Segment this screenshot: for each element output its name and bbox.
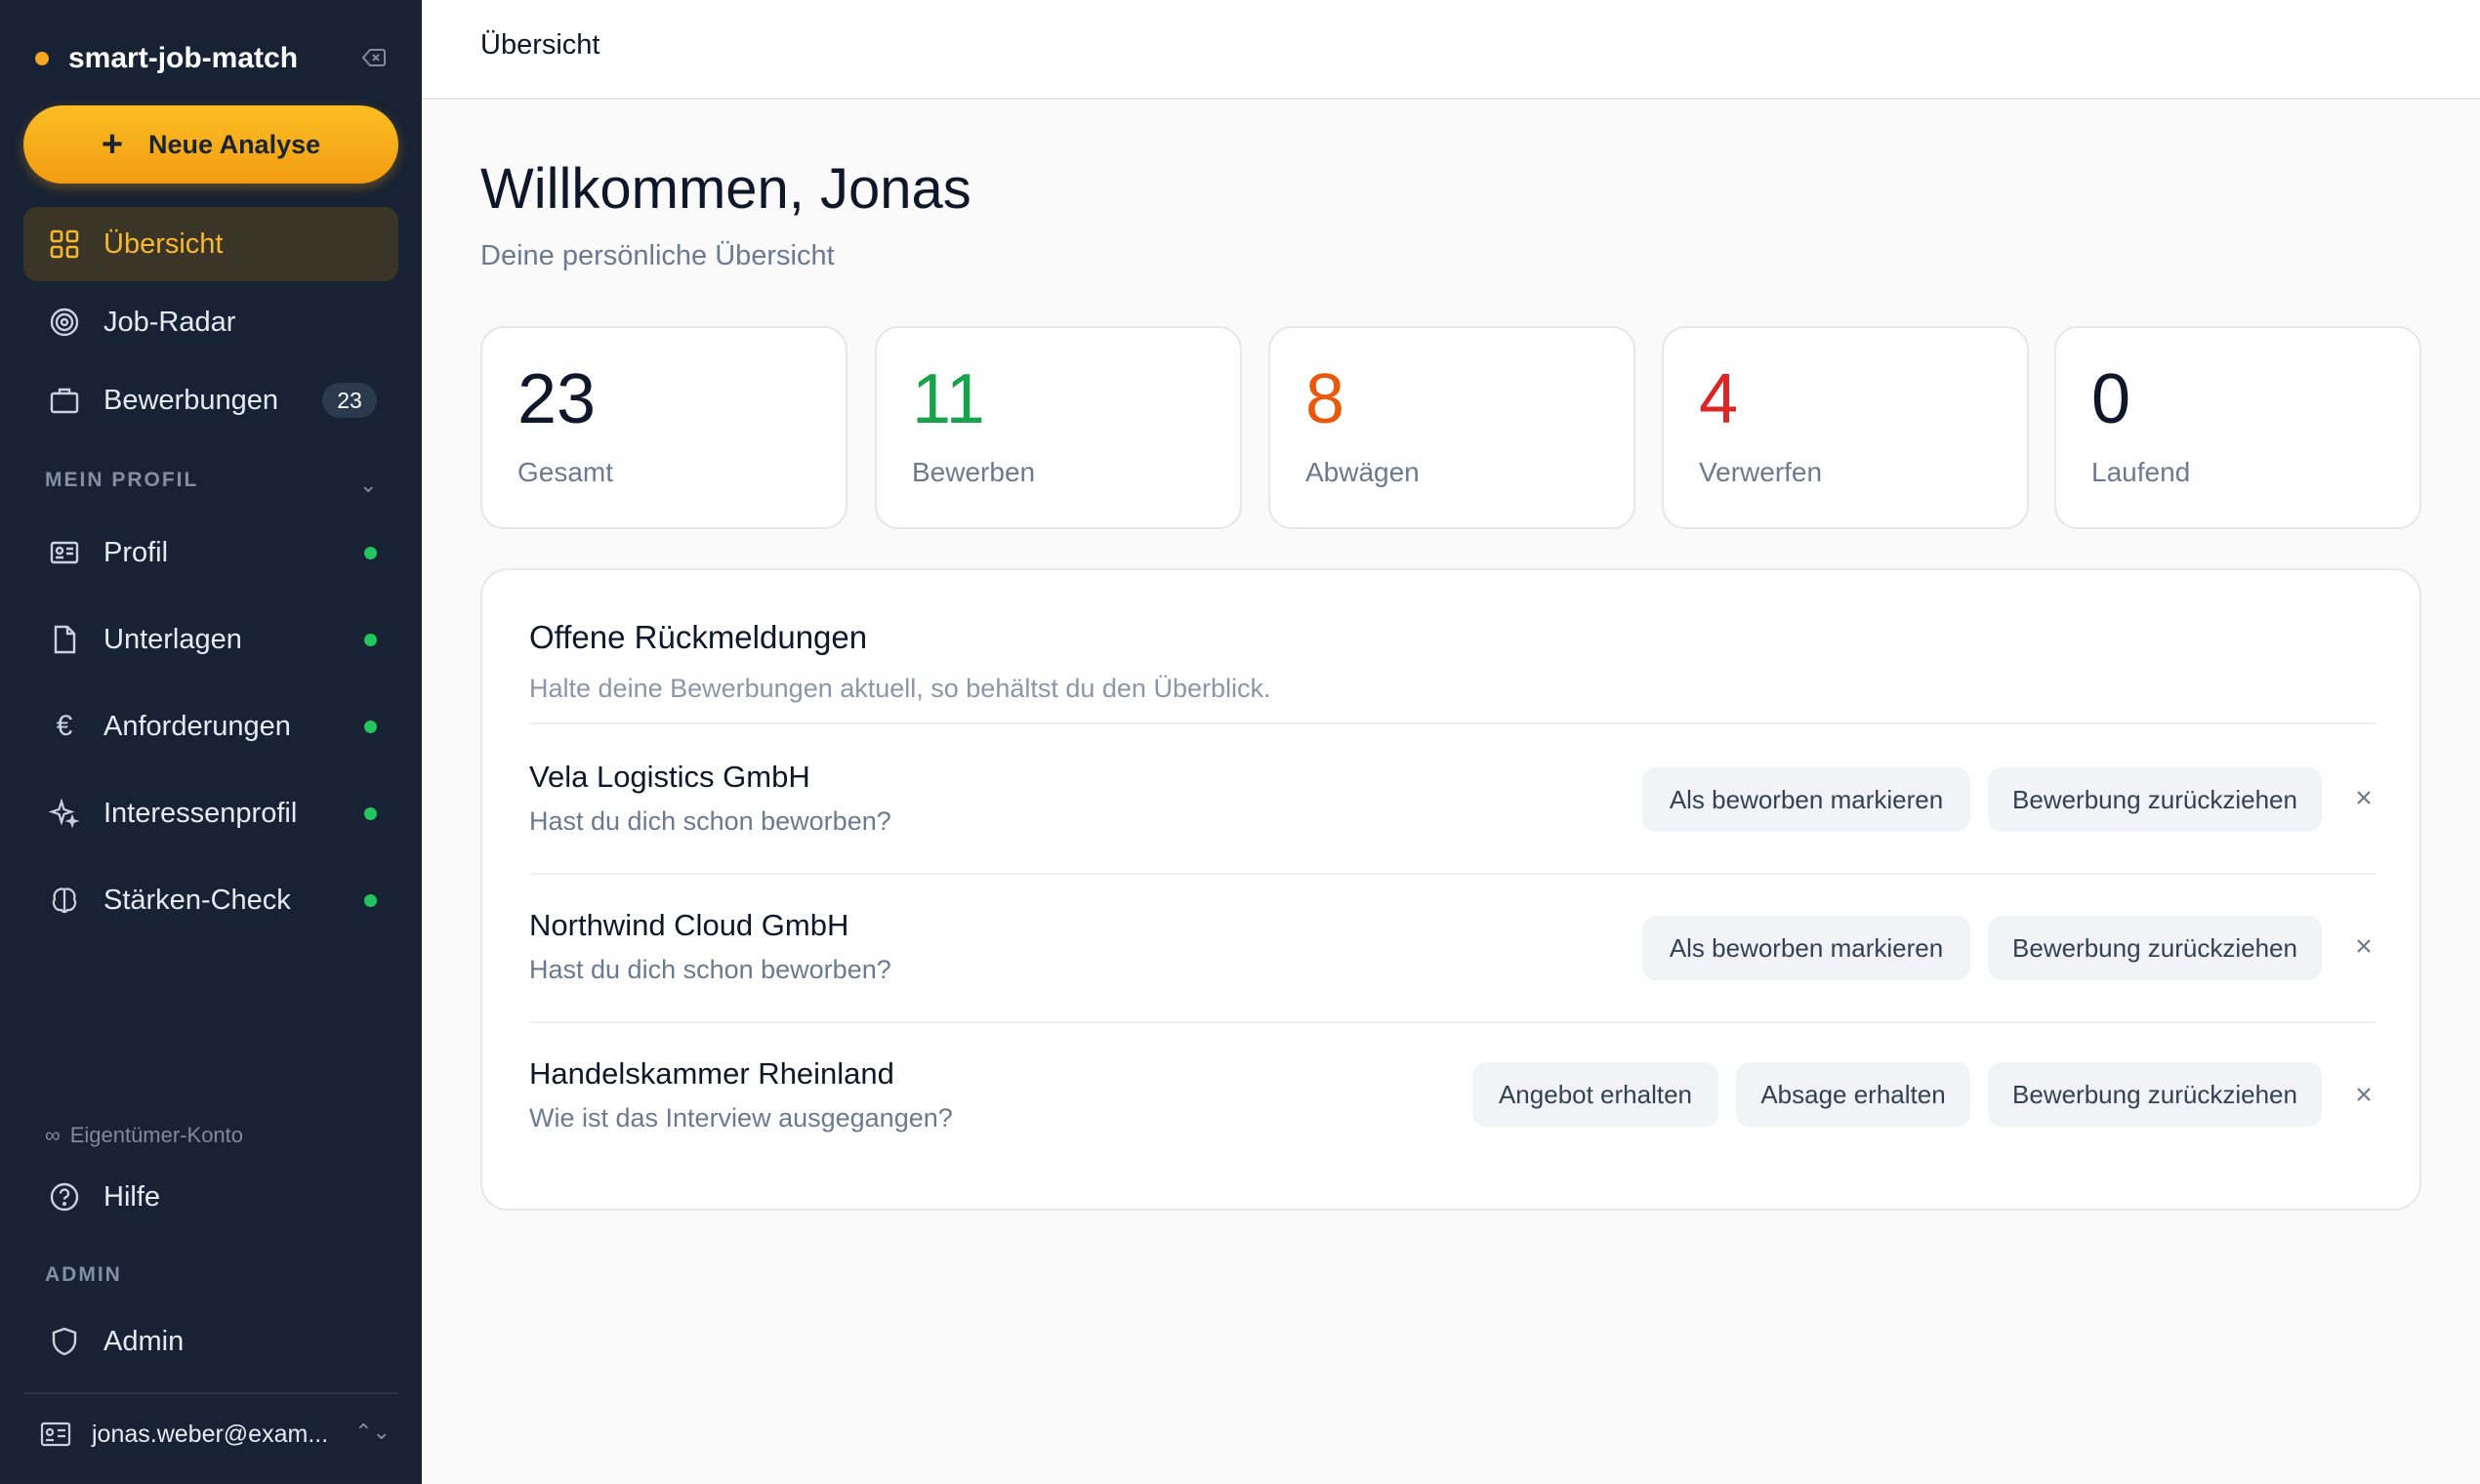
shield-icon <box>47 1324 82 1359</box>
stat-card-apply[interactable]: 11 Bewerben <box>875 326 1242 529</box>
topbar: Übersicht <box>422 0 2480 100</box>
nav-item-label: Stärken-Check <box>103 884 291 916</box>
stat-label: Abwägen <box>1305 457 1420 487</box>
close-icon[interactable] <box>2349 931 2378 961</box>
divider <box>529 1021 2377 1023</box>
profile-section-label: MEIN PROFIL <box>45 469 199 491</box>
id-card-icon <box>39 1418 72 1451</box>
sparkle-icon <box>47 796 82 831</box>
stat-card-discard[interactable]: 4 Verwerfen <box>1662 326 2029 529</box>
app-name: smart-job-match <box>68 42 299 74</box>
chevron-down-icon[interactable]: ⌄ <box>359 473 377 498</box>
brain-icon <box>47 883 82 918</box>
divider <box>529 722 2377 724</box>
status-dot <box>364 721 377 733</box>
new-analysis-label: Neue Analyse <box>148 129 321 159</box>
nav-item-documents[interactable]: Unterlagen <box>23 602 398 677</box>
collapse-sidebar-icon[interactable] <box>359 43 389 72</box>
stat-value: 4 <box>1699 360 1739 438</box>
status-dot <box>364 547 377 559</box>
rejection-received-button[interactable]: Absage erhalten <box>1736 1062 1970 1127</box>
close-icon[interactable] <box>2349 1080 2378 1109</box>
stat-label: Laufend <box>2091 457 2191 487</box>
admin-section-label: ADMIN <box>45 1263 122 1286</box>
nav-item-label: Interessenprofil <box>103 797 298 829</box>
stat-value: 8 <box>1305 360 1345 438</box>
close-icon[interactable] <box>2349 783 2378 812</box>
card-subtitle: Halte deine Bewerbungen aktuell, so behä… <box>529 674 1271 703</box>
nav-item-requirements[interactable]: € Anforderungen <box>23 689 398 763</box>
nav-item-label: Job-Radar <box>103 306 236 338</box>
nav-item-label: Profil <box>103 536 169 568</box>
owner-account: ∞ Eigentümer-Konto <box>45 1123 243 1148</box>
feedback-company: Vela Logistics GmbH <box>529 760 810 794</box>
feedback-question: Wie ist das Interview ausgegangen? <box>529 1103 953 1133</box>
offer-received-button[interactable]: Angebot erhalten <box>1472 1062 1718 1127</box>
withdraw-application-button[interactable]: Bewerbung zurückziehen <box>1988 916 2322 980</box>
page-subtitle: Deine persönliche Übersicht <box>480 240 835 271</box>
infinity-icon: ∞ <box>45 1123 61 1147</box>
mark-applied-button[interactable]: Als beworben markieren <box>1642 916 1970 980</box>
nav-item-label: Bewerbungen <box>103 384 278 416</box>
document-icon <box>47 622 82 657</box>
owner-account-label: Eigentümer-Konto <box>69 1123 244 1147</box>
brand-dot <box>35 52 49 65</box>
status-dot <box>364 634 377 646</box>
nav-item-label: Unterlagen <box>103 623 242 655</box>
sidebar-divider <box>23 1392 398 1394</box>
open-feedback-card: Offene Rückmeldungen Halte deine Bewerbu… <box>480 568 2421 1211</box>
card-title: Offene Rückmeldungen <box>529 619 868 655</box>
nav-item-admin[interactable]: Admin <box>23 1304 398 1379</box>
nav-item-label: Anforderungen <box>103 710 291 742</box>
nav-item-overview[interactable]: Übersicht <box>23 207 398 281</box>
briefcase-icon <box>47 383 82 418</box>
stat-label: Verwerfen <box>1699 457 1823 487</box>
mark-applied-button[interactable]: Als beworben markieren <box>1642 767 1970 832</box>
page-title: Willkommen, Jonas <box>480 157 971 221</box>
feedback-company: Northwind Cloud GmbH <box>529 908 849 942</box>
stat-value: 0 <box>2091 360 2131 438</box>
new-analysis-button[interactable]: + Neue Analyse <box>23 105 398 184</box>
nav-item-label: Admin <box>103 1325 185 1357</box>
stat-label: Bewerben <box>912 457 1036 487</box>
nav-item-label: Übersicht <box>103 227 224 260</box>
feedback-question: Hast du dich schon beworben? <box>529 806 891 836</box>
id-card-icon <box>47 535 82 570</box>
withdraw-application-button[interactable]: Bewerbung zurückziehen <box>1988 1062 2322 1127</box>
stat-card-ongoing[interactable]: 0 Laufend <box>2054 326 2421 529</box>
page-breadcrumb: Übersicht <box>480 29 600 61</box>
grid-icon <box>47 227 82 262</box>
user-email: jonas.weber@exam... <box>92 1420 329 1448</box>
feedback-question: Hast du dich schon beworben? <box>529 955 891 984</box>
brand[interactable]: smart-job-match <box>35 35 298 82</box>
withdraw-application-button[interactable]: Bewerbung zurückziehen <box>1988 767 2322 832</box>
chevron-up-down-icon: ⌃⌄ <box>354 1420 391 1444</box>
nav-item-profile[interactable]: Profil <box>23 515 398 590</box>
user-menu[interactable]: jonas.weber@exam... ⌃⌄ <box>39 1408 400 1461</box>
status-dot <box>364 807 377 820</box>
feedback-company: Handelskammer Rheinland <box>529 1056 894 1091</box>
plus-icon: + <box>101 124 124 165</box>
euro-icon: € <box>56 710 73 742</box>
sidebar: smart-job-match + Neue Analyse Übersicht… <box>0 0 422 1484</box>
nav-item-strengths-check[interactable]: Stärken-Check <box>23 863 398 937</box>
nav-item-applications[interactable]: Bewerbungen 23 <box>23 363 398 437</box>
stat-card-total[interactable]: 23 Gesamt <box>480 326 847 529</box>
stat-card-consider[interactable]: 8 Abwägen <box>1268 326 1635 529</box>
stat-label: Gesamt <box>517 457 614 487</box>
stat-value: 23 <box>517 360 597 438</box>
nav-item-interest-profile[interactable]: Interessenprofil <box>23 776 398 850</box>
divider <box>529 873 2377 875</box>
nav-item-label: Hilfe <box>103 1180 161 1213</box>
applications-count-badge: 23 <box>322 383 377 418</box>
help-icon <box>47 1179 82 1215</box>
nav-item-job-radar[interactable]: Job-Radar <box>23 285 398 359</box>
radar-icon <box>47 305 82 340</box>
stat-value: 11 <box>912 360 985 438</box>
status-dot <box>364 894 377 907</box>
nav-item-help[interactable]: Hilfe <box>23 1160 398 1234</box>
